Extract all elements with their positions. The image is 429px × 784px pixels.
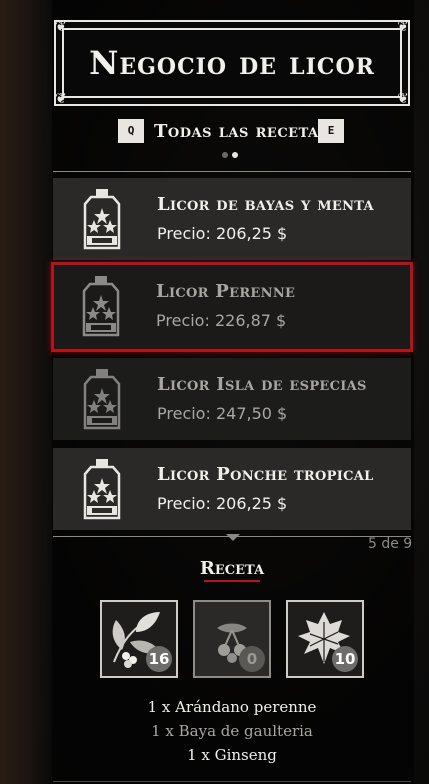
recipe-item-price: Precio: 226,87 $ — [156, 311, 286, 330]
next-category-key[interactable]: E — [318, 119, 344, 143]
recipe-item-price: Precio: 206,25 $ — [157, 494, 287, 513]
page-dot — [222, 152, 228, 158]
requirement-line-2: 1 x Baya de gaulteria — [151, 722, 313, 740]
background-shade — [0, 0, 52, 784]
ornament-top-right-icon: ❦ — [397, 19, 409, 35]
price-label: Precio: — [157, 494, 211, 513]
price-value: 247,50 $ — [215, 404, 288, 423]
title-banner: ❦ ❦ ❦ ❦ Negocio de licor — [54, 19, 410, 107]
recipe-item-1[interactable]: Licor de bayas y menta Precio: 206,25 $ — [53, 178, 411, 260]
list-count: 5 de 9 — [368, 536, 413, 552]
recipe-item-name: Licor Isla de especias — [157, 374, 367, 395]
recipe-item-price: Precio: 247,50 $ — [157, 404, 287, 423]
price-value: 226,87 $ — [214, 311, 287, 330]
recipe-heading: Receta — [199, 558, 265, 579]
category-tabs: Q Todas las recetas E — [118, 119, 346, 145]
price-value: 206,25 $ — [215, 224, 288, 243]
scroll-down-indicator-icon — [226, 534, 240, 541]
ornament-bottom-right-icon: ❦ — [397, 91, 409, 107]
ingredient-slot-2[interactable]: 0 — [193, 600, 271, 678]
ingredient-slot-1[interactable]: 16 — [100, 600, 178, 678]
price-value: 206,25 $ — [215, 494, 288, 513]
page-dots — [222, 152, 246, 160]
ingredient-slot-3[interactable]: 10 — [286, 600, 364, 678]
prev-category-key[interactable]: Q — [118, 119, 144, 143]
liquor-bottle-icon — [83, 459, 121, 520]
ornament-bottom-left-icon: ❦ — [55, 91, 67, 107]
requirement-line-1: 1 x Arándano perenne — [147, 698, 317, 716]
liquor-bottle-icon — [83, 189, 121, 250]
recipe-item-2-selected[interactable]: Licor Perenne Precio: 226,87 $ — [51, 262, 413, 352]
recipe-item-3[interactable]: Licor Isla de especias Precio: 247,50 $ — [53, 358, 411, 440]
recipe-item-4[interactable]: Licor Ponche tropical Precio: 206,25 $ — [53, 448, 411, 530]
recipe-item-name: Licor de bayas y menta — [157, 194, 374, 215]
requirement-line-3: 1 x Ginseng — [187, 746, 277, 764]
recipe-heading-underline — [204, 580, 260, 582]
price-label: Precio: — [157, 224, 211, 243]
liquor-bottle-icon — [83, 369, 121, 430]
ingredient-quantity-badge: 0 — [239, 646, 265, 672]
page-dot-active — [232, 152, 238, 158]
bottom-divider — [53, 781, 411, 782]
recipe-item-name: Licor Perenne — [156, 281, 296, 302]
liquor-bottle-icon — [82, 276, 120, 337]
recipe-item-price: Precio: 206,25 $ — [157, 224, 287, 243]
page-title: Negocio de licor — [89, 44, 375, 82]
ingredient-quantity-badge: 16 — [146, 646, 172, 672]
price-label: Precio: — [157, 404, 211, 423]
ingredient-quantity-badge: 10 — [332, 646, 358, 672]
ornament-top-left-icon: ❦ — [55, 19, 67, 35]
tab-all-recipes[interactable]: Todas las recetas — [154, 121, 329, 142]
list-top-divider — [53, 171, 411, 172]
recipe-item-name: Licor Ponche tropical — [157, 464, 374, 485]
price-label: Precio: — [156, 311, 210, 330]
